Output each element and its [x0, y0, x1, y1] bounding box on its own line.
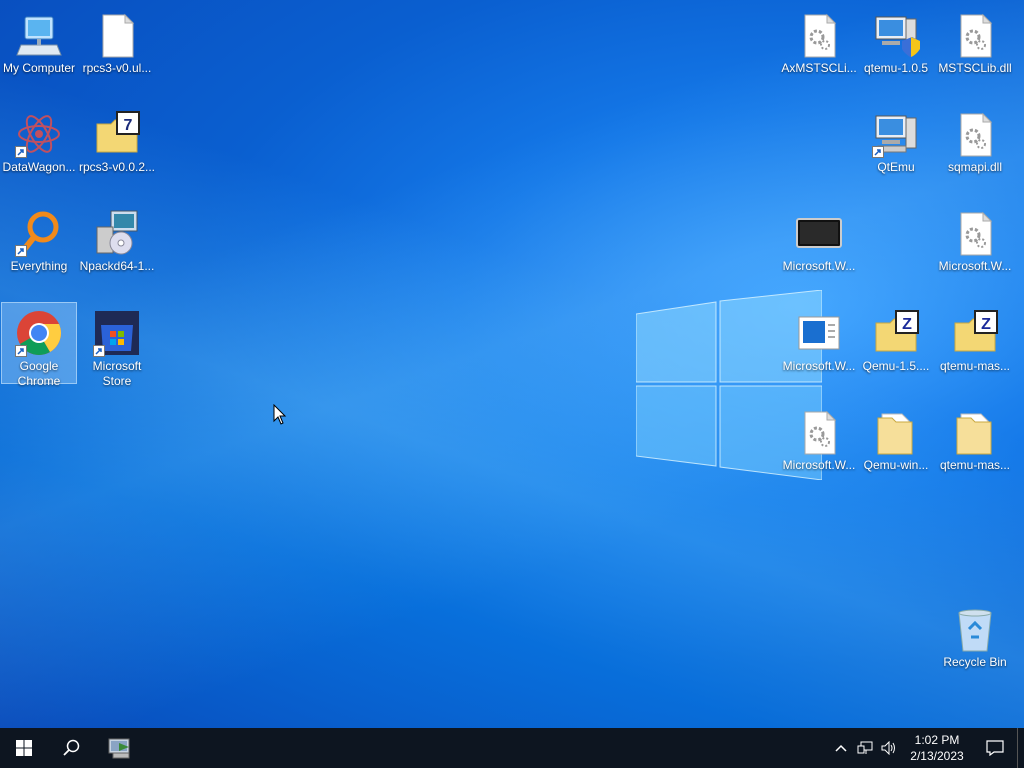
- desktop-icon-qtemu[interactable]: QtEmu: [858, 103, 934, 185]
- network-button[interactable]: [853, 728, 877, 768]
- zip-archive-icon: Z: [951, 309, 999, 357]
- desktop-icon-everything[interactable]: Everything: [1, 202, 77, 284]
- desktop-icon-mswin3[interactable]: Microsoft.W...: [781, 302, 857, 384]
- desktop-icon-mswin1[interactable]: Microsoft.W...: [781, 202, 857, 284]
- desktop-icon-label: Microsoft Store: [92, 359, 142, 388]
- magnifier-search-icon: [15, 209, 63, 257]
- window-app-icon: [795, 309, 843, 357]
- clock-date: 2/13/2023: [910, 749, 964, 763]
- search-button[interactable]: [48, 728, 96, 768]
- svg-text:Z: Z: [981, 316, 991, 333]
- desktop-icon-npackd[interactable]: Npackd64-1...: [79, 202, 155, 284]
- shortcut-arrow-icon: [15, 345, 27, 357]
- svg-text:Z: Z: [902, 316, 912, 333]
- microsoft-store-icon: [93, 309, 141, 357]
- server-manager-icon: [108, 738, 130, 759]
- desktop-icon-label: My Computer: [2, 61, 76, 75]
- desktop-icon-datawagon[interactable]: DataWagon...: [1, 103, 77, 185]
- desktop-icon-mswin2[interactable]: Microsoft.W...: [937, 202, 1013, 284]
- show-desktop-button[interactable]: [1017, 728, 1024, 768]
- desktop-icon-mstsclib[interactable]: MSTSCLib.dll: [937, 4, 1013, 86]
- desktop-icon-rpcs3-ul[interactable]: rpcs3-v0.ul...: [79, 4, 155, 86]
- 7zip-archive-icon: 7: [93, 110, 141, 158]
- computer-icon: [15, 11, 63, 59]
- speaker-icon: [881, 741, 895, 755]
- desktop-icon-axmstsc[interactable]: AxMSTSCLi...: [781, 4, 857, 86]
- desktop-icon-qemu15[interactable]: Z Qemu-1.5....: [858, 302, 934, 384]
- desktop-icon-label: Qemu-1.5....: [862, 359, 930, 373]
- desktop-icon-label: Npackd64-1...: [79, 259, 155, 273]
- shortcut-arrow-icon: [872, 146, 884, 158]
- dll-file-icon: [795, 408, 843, 456]
- desktop-icon-recycle-bin[interactable]: Recycle Bin: [937, 598, 1013, 680]
- desktop-icon-my-computer[interactable]: My Computer: [1, 4, 77, 86]
- blank-file-icon: [93, 11, 141, 59]
- desktop-icon-label: qtemu-mas...: [939, 458, 1011, 472]
- desktop-icon-label: rpcs3-v0.0.2...: [78, 160, 156, 174]
- dll-file-icon: [951, 11, 999, 59]
- desktop-icon-label: AxMSTSCLi...: [781, 61, 857, 75]
- desktop-icon-label: sqmapi.dll: [947, 160, 1003, 174]
- folder-icon: [951, 408, 999, 456]
- windows-start-icon: [16, 740, 32, 756]
- clock-time: 1:02 PM: [914, 733, 960, 747]
- chevron-up-icon: [835, 744, 847, 752]
- recycle-bin-icon: [951, 605, 999, 653]
- desktop-icon-label: Microsoft.W...: [782, 458, 856, 472]
- computer-icon: [872, 110, 920, 158]
- folder-icon: [872, 408, 920, 456]
- dll-file-icon: [795, 11, 843, 59]
- desktop-icon-label: Microsoft.W...: [782, 259, 856, 273]
- volume-button[interactable]: [877, 728, 901, 768]
- start-button[interactable]: [0, 728, 48, 768]
- desktop-icon-label: QtEmu: [877, 160, 915, 174]
- desktop-icon-label: qtemu-1.0.5: [863, 61, 929, 75]
- desktop-icon-qtemu105[interactable]: qtemu-1.0.5: [858, 4, 934, 86]
- desktop-icon-label: Microsoft.W...: [782, 359, 856, 373]
- installer-icon: [93, 209, 141, 257]
- desktop-icon-label: rpcs3-v0.ul...: [82, 61, 152, 75]
- shortcut-arrow-icon: [15, 245, 27, 257]
- desktop-icon-label: qtemu-mas...: [939, 359, 1011, 373]
- desktop-icon-label: DataWagon...: [2, 160, 76, 174]
- dll-file-icon: [951, 110, 999, 158]
- zip-archive-icon: Z: [872, 309, 920, 357]
- tablet-screen-icon: [795, 209, 843, 257]
- mouse-pointer-icon: [273, 404, 287, 425]
- desktop-icon-label: MSTSCLib.dll: [938, 61, 1012, 75]
- svg-text:7: 7: [124, 117, 133, 134]
- shortcut-arrow-icon: [15, 146, 27, 158]
- computer-shield-icon: [872, 11, 920, 59]
- desktop-icon-qtemumas1[interactable]: Z qtemu-mas...: [937, 302, 1013, 384]
- desktop-icon-label: Microsoft.W...: [938, 259, 1012, 273]
- clock[interactable]: 1:02 PM 2/13/2023: [901, 732, 973, 764]
- search-icon: [63, 739, 80, 756]
- desktop-icon-label: Everything: [10, 259, 68, 273]
- dll-file-icon: [951, 209, 999, 257]
- desktop-icon-store[interactable]: Microsoft Store: [79, 302, 155, 388]
- desktop-icon-chrome[interactable]: Google Chrome: [1, 302, 77, 388]
- shortcut-arrow-icon: [93, 345, 105, 357]
- network-icon: [857, 741, 873, 754]
- desktop-icon-label: Recycle Bin: [943, 655, 1007, 669]
- taskbar: 1:02 PM 2/13/2023: [0, 728, 1024, 768]
- chrome-icon: [15, 309, 63, 357]
- datawagon-icon: [15, 110, 63, 158]
- desktop-icon-rpcs3-v002[interactable]: 7 rpcs3-v0.0.2...: [79, 103, 155, 185]
- show-hidden-icons-button[interactable]: [829, 728, 853, 768]
- desktop-icon-qemuwin[interactable]: Qemu-win...: [858, 401, 934, 483]
- action-center-button[interactable]: [973, 728, 1017, 768]
- desktop-icon-qtemumas2[interactable]: qtemu-mas...: [937, 401, 1013, 483]
- desktop-icon-mswin4[interactable]: Microsoft.W...: [781, 401, 857, 483]
- taskbar-app-server-manager[interactable]: [96, 728, 144, 768]
- desktop-icon-label: Google Chrome: [17, 359, 61, 388]
- desktop-icon-sqmapi[interactable]: sqmapi.dll: [937, 103, 1013, 185]
- system-tray: 1:02 PM 2/13/2023: [829, 728, 1024, 768]
- notification-icon: [986, 740, 1004, 756]
- desktop-icon-label: Qemu-win...: [863, 458, 929, 472]
